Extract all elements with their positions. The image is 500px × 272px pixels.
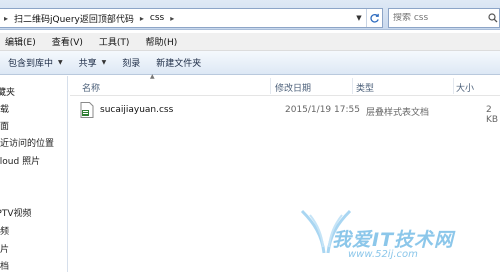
- breadcrumb-item-current[interactable]: css: [148, 13, 166, 23]
- address-dropdown-icon[interactable]: ▼: [352, 9, 366, 27]
- address-bar[interactable]: ▸ 扫二维码jQuery返回顶部代码 ▸ css ▸ ▼: [0, 8, 383, 28]
- breadcrumb-separator-icon[interactable]: ▸: [166, 14, 178, 23]
- command-bar: 包含到库中 ▼ 共享 ▼ 刻录 新建文件夹: [0, 51, 500, 75]
- sort-caret-icon: ▲: [150, 73, 155, 80]
- nav-item-desktop[interactable]: 桌面: [0, 119, 9, 132]
- file-size: 2 KB: [486, 105, 499, 125]
- column-header-type[interactable]: 类型: [356, 81, 374, 94]
- search-box[interactable]: [388, 8, 500, 28]
- nav-item-icloud-photos[interactable]: iCloud 照片: [0, 154, 40, 167]
- menu-view[interactable]: 查看(V): [47, 35, 88, 48]
- file-type: 层叠样式表文档: [366, 108, 430, 118]
- watermark-url: www.52ij.com: [348, 249, 418, 260]
- column-header-size[interactable]: 大小: [456, 81, 474, 94]
- column-header-row: ▲ 名称 修改日期 类型 大小: [70, 73, 500, 96]
- watermark: 我爱IT技术网 www.52ij.com: [296, 205, 500, 272]
- menu-bar: 编辑(E) 查看(V) 工具(T) 帮助(H): [0, 33, 500, 51]
- burn-button[interactable]: 刻录: [114, 56, 148, 69]
- file-date: 2015/1/19 17:55: [285, 105, 360, 115]
- nav-item-pictures[interactable]: 图片: [0, 242, 9, 255]
- file-row[interactable]: sucaijiayuan.css 2015/1/19 17:55 层叠样式表文档…: [80, 102, 500, 125]
- menu-help[interactable]: 帮助(H): [140, 35, 182, 48]
- nav-item-recent-places[interactable]: 最近访问的位置: [0, 136, 54, 149]
- new-folder-button[interactable]: 新建文件夹: [148, 56, 209, 69]
- new-folder-label: 新建文件夹: [156, 59, 202, 69]
- menu-tools[interactable]: 工具(T): [94, 35, 135, 48]
- nav-item-pptv-videos[interactable]: PPTV视频: [0, 206, 32, 219]
- nav-item-favorites[interactable]: 收藏夹: [0, 85, 15, 98]
- nav-item-videos[interactable]: 视频: [0, 224, 9, 237]
- column-divider[interactable]: [352, 78, 353, 94]
- file-name[interactable]: sucaijiayuan.css: [100, 105, 173, 115]
- chevron-down-icon: ▼: [58, 59, 63, 66]
- share-label: 共享: [78, 59, 97, 69]
- refresh-icon[interactable]: [366, 9, 382, 27]
- search-input[interactable]: [393, 13, 488, 23]
- watermark-title: 我爱IT技术网: [332, 229, 455, 251]
- share-button[interactable]: 共享 ▼: [71, 56, 115, 69]
- column-header-date[interactable]: 修改日期: [275, 81, 311, 94]
- breadcrumb-separator-icon[interactable]: ▸: [136, 14, 148, 23]
- column-divider[interactable]: [453, 78, 454, 94]
- menu-edit[interactable]: 编辑(E): [0, 35, 41, 48]
- include-in-library-label: 包含到库中: [8, 59, 54, 69]
- column-header-name[interactable]: 名称: [82, 81, 100, 94]
- nav-item-documents[interactable]: 文档: [0, 259, 9, 272]
- burn-label: 刻录: [122, 59, 141, 69]
- address-bar-area: ▸ 扫二维码jQuery返回顶部代码 ▸ css ▸ ▼: [0, 0, 500, 30]
- chevron-down-icon: ▼: [101, 59, 107, 66]
- include-in-library-button[interactable]: 包含到库中 ▼: [0, 56, 71, 69]
- search-icon[interactable]: [488, 13, 498, 23]
- css-file-icon: [80, 102, 94, 118]
- breadcrumb-item-parent[interactable]: 扫二维码jQuery返回顶部代码: [12, 12, 136, 25]
- explorer-window: ▸ 扫二维码jQuery返回顶部代码 ▸ css ▸ ▼ 编辑(E) 查看(V)…: [0, 0, 500, 272]
- nav-item-downloads[interactable]: 下载: [0, 102, 9, 115]
- navigation-pane: 收藏夹 下载 桌面 最近访问的位置 iCloud 照片 库 PPTV视频 视频 …: [0, 76, 68, 272]
- breadcrumb-separator-icon[interactable]: ▸: [0, 14, 12, 23]
- column-divider[interactable]: [270, 78, 271, 94]
